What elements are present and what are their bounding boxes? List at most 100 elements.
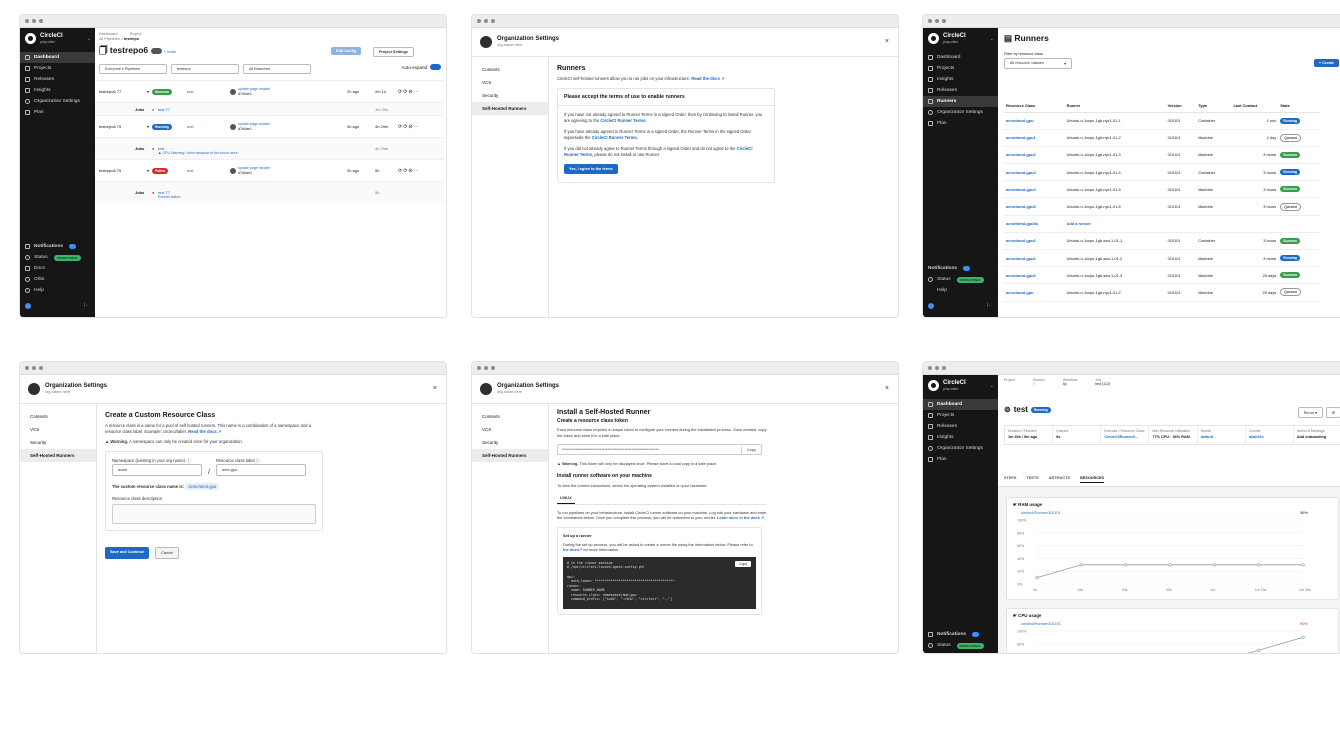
pipeline-row[interactable]: testrepo6 77 ▾ Success test update page head… [95, 80, 444, 102]
copy-code-button[interactable]: Copy [735, 560, 751, 568]
window-dot[interactable] [928, 19, 932, 23]
brand[interactable]: CircleCI piapotter ⌄ [923, 375, 998, 399]
resource-class-filter[interactable]: All resource classes ▾ [1004, 58, 1072, 69]
meta-value[interactable]: CircleCI/Runner0... [1104, 435, 1138, 439]
resource-class-link[interactable]: acme/amd-gpu1 [1004, 129, 1065, 147]
brand[interactable]: CircleCI piapotter ⌄ [923, 28, 998, 52]
branches-filter[interactable]: All Branches [243, 64, 311, 74]
workflow-link[interactable]: test [187, 168, 193, 173]
nav-contexts[interactable]: Contexts [20, 410, 96, 423]
auto-expand-toggle[interactable] [430, 64, 441, 70]
create-button[interactable]: + Create [1313, 59, 1339, 67]
window-dot[interactable] [39, 366, 43, 370]
commit-hash[interactable]: d7d0ae1 [238, 92, 252, 96]
gear-icon[interactable]: ⚙ [1325, 407, 1340, 418]
table-row[interactable]: acme/amd-gpu3 Ubuntu-n-1vcpu-1gb-nyc1-01-… [1004, 163, 1320, 182]
tab-linux[interactable]: LINUX [557, 493, 575, 504]
nav-contexts[interactable]: Contexts [472, 410, 548, 423]
workflow-link[interactable]: test [187, 89, 193, 94]
avatar[interactable] [25, 302, 31, 309]
resource-class-link[interactable]: acme/amd-gpu2 [1004, 146, 1065, 165]
sidebar-item-notifications[interactable]: Notifications [20, 241, 95, 252]
nav-self-hosted-runners[interactable]: Self-Hosted Runners [472, 449, 548, 462]
sidebar-item-help[interactable]: Help [20, 285, 95, 296]
nav-vcs[interactable]: VCS [472, 423, 548, 436]
tab-tests[interactable]: TESTS [1026, 476, 1038, 483]
sidebar-item-org-settings[interactable]: Organization Settings [923, 443, 998, 454]
sidebar-item-dashboard[interactable]: Dashboard [20, 52, 95, 63]
sidebar-item-notifications[interactable]: Notifications [923, 629, 998, 640]
resource-class-link[interactable]: acme/amd-gpu5a [1004, 215, 1065, 233]
resource-class-link[interactable]: acme/amd-gpu4 [1004, 180, 1065, 199]
nav-security[interactable]: Security [472, 89, 548, 102]
commit-hash[interactable]: d7d0ae1 [238, 171, 252, 175]
runner-terms-link[interactable]: CircleCI Runner Terms. [592, 135, 638, 140]
table-row[interactable]: acme/amd-gpu5a Add a runner [1004, 215, 1320, 233]
window-dot[interactable] [32, 366, 36, 370]
job-row[interactable]: Jobs ● test ▲ CPU Warning / slow because of… [95, 137, 444, 159]
resource-class-link[interactable]: acme/amd-gpu3 [1004, 163, 1065, 182]
pipeline-actions-icon[interactable]: ⟳⟳⊘⋯ [398, 124, 420, 130]
job-row[interactable]: Jobs ● test 77 1m 30s [95, 102, 444, 115]
resource-class-link[interactable]: acme/amd-gpu6 [1004, 249, 1065, 268]
window-dot[interactable] [491, 19, 495, 23]
job-link[interactable]: test 77 [158, 107, 170, 112]
table-row[interactable]: acme/amd-gpu6 Ubuntu-n-1vcpu-1gb-sea-1-01… [1004, 232, 1320, 251]
sidebar-item-plan[interactable]: Plan [20, 107, 95, 118]
sidebar-item-insights[interactable]: Insights [20, 85, 95, 96]
window-dot[interactable] [25, 366, 29, 370]
window-dot[interactable] [25, 19, 29, 23]
window-dot[interactable] [484, 366, 488, 370]
rerun-button[interactable]: Rerun ▾ [1297, 407, 1323, 418]
commit-message[interactable]: update page header [238, 87, 270, 91]
sidebar-item-releases[interactable]: Releases [923, 421, 998, 432]
pipelines-filter[interactable]: Everyone's Pipelines [99, 64, 167, 74]
invite-link[interactable]: + Invite [164, 50, 176, 54]
resource-class-link[interactable]: acme/amd-gpu [1004, 112, 1065, 130]
namespace-input[interactable]: acme [112, 464, 202, 476]
commit-hash[interactable]: d7d0ae1 [238, 127, 252, 131]
sidebar-item-runners[interactable]: Runners [923, 96, 998, 107]
window-dot[interactable] [32, 19, 36, 23]
meta-value[interactable]: default [1201, 435, 1213, 439]
nav-vcs[interactable]: VCS [472, 76, 548, 89]
chevron-down-icon[interactable]: ⌄ [990, 36, 994, 42]
read-docs-link[interactable]: Read the docs ↗ [188, 429, 221, 434]
sidebar-item-status[interactable]: Status OPERATIONAL [923, 640, 998, 651]
sidebar-item-docs[interactable]: Docs [20, 263, 95, 274]
sidebar-item-org-settings[interactable]: Organization Settings [923, 107, 998, 118]
docs-link[interactable]: the docs↗ [563, 547, 582, 552]
sidebar-item-releases[interactable]: Releases [20, 74, 95, 85]
job-value[interactable]: test (112) [1095, 382, 1110, 386]
collapse-icon[interactable]: |← [987, 303, 993, 308]
sidebar-item-projects[interactable]: Projects [923, 410, 998, 421]
table-row[interactable]: acme/amd-gpu6 Ubuntu-n-1vcpu-1gb-sea-1-01… [1004, 266, 1320, 285]
cancel-button[interactable]: Cancel [155, 547, 180, 559]
sidebar-item-org-settings[interactable]: Organization Settings [20, 96, 95, 107]
window-dot[interactable] [935, 19, 939, 23]
sidebar-item-plan[interactable]: Plan [923, 454, 998, 465]
commit-message[interactable]: update page header [238, 122, 270, 126]
learn-more-link[interactable]: Learn more in the docs ↗ [717, 515, 764, 520]
runner-terms-link[interactable]: CircleCI Runner Terms. [600, 118, 646, 123]
sidebar-item-plan[interactable]: Plan [923, 118, 998, 129]
window-dot[interactable] [928, 366, 932, 370]
sidebar-item-dashboard[interactable]: Dashboard [923, 52, 998, 63]
pipeline-name[interactable]: testrepo6 77 [99, 89, 121, 94]
cpu-warning[interactable]: CPU Warning / slow because of too much w… [163, 151, 238, 155]
sidebar-item-projects[interactable]: Projects [923, 63, 998, 74]
nav-security[interactable]: Security [472, 436, 548, 449]
table-row[interactable]: acme/amd-gpu Ubuntu-n-1vcpu-1gb-nyc1-01-1… [1004, 112, 1320, 130]
sidebar-item-insights[interactable]: Insights [923, 432, 998, 443]
window-dot[interactable] [935, 366, 939, 370]
avatar[interactable] [928, 302, 934, 309]
window-dot[interactable] [477, 366, 481, 370]
sidebar-item-status[interactable]: Status OPERATIONAL [923, 274, 998, 285]
edit-config-button[interactable]: Edit Config [331, 47, 362, 55]
pipeline-name[interactable]: testrepo6 75 [99, 124, 121, 129]
table-row[interactable]: acme/amd-gpu1 Ubuntu-n-1vcpu-1gb-nyc1-01-… [1004, 129, 1320, 147]
repo-filter[interactable]: testrepo [171, 64, 239, 74]
sidebar-item-releases[interactable]: Releases [923, 85, 998, 96]
pipeline-actions-icon[interactable]: ⟳⟳⊘⋯ [398, 89, 420, 95]
chevron-down-icon[interactable]: ▾ [147, 124, 149, 129]
